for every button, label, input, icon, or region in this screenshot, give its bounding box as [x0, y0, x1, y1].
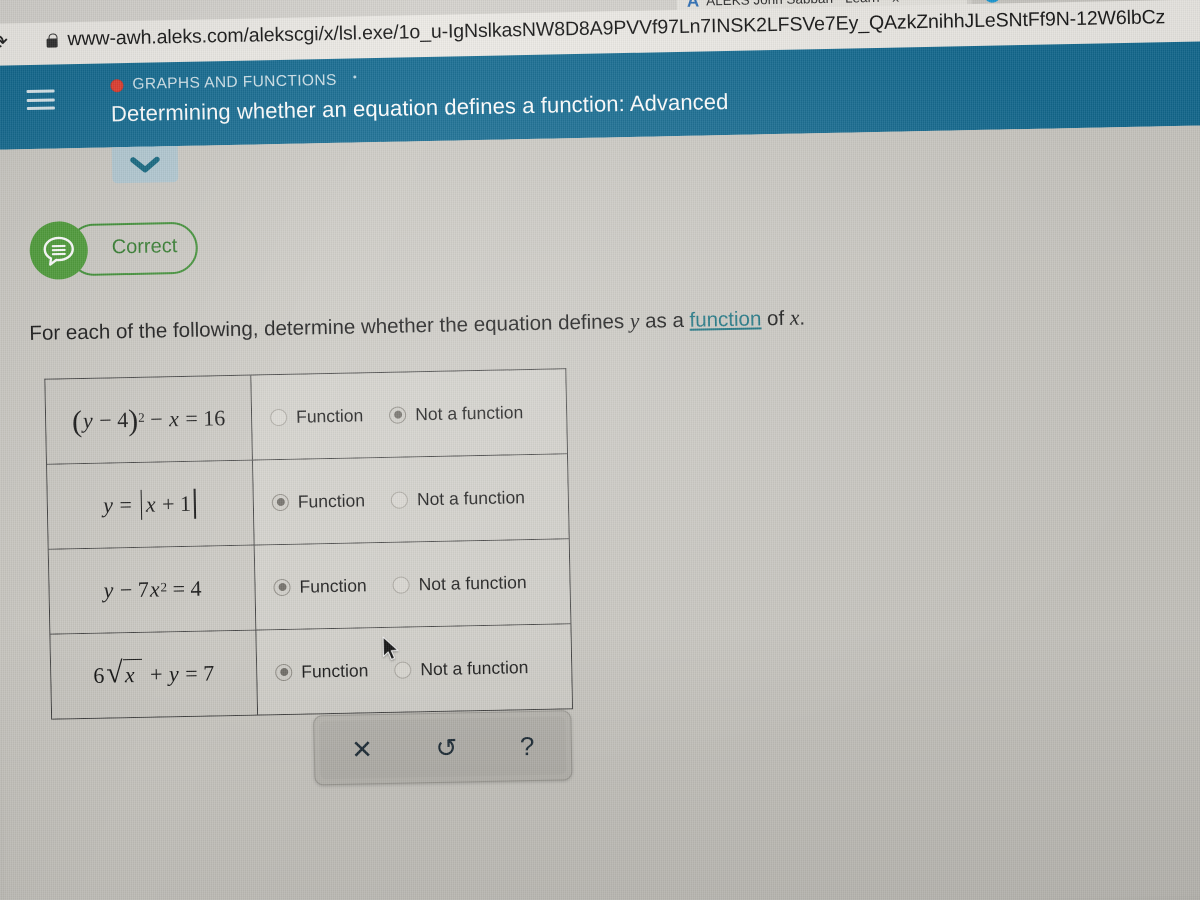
equation-2: y = x + 1: [102, 488, 199, 521]
radio-option-function[interactable]: Function: [273, 575, 367, 598]
radio-option-function[interactable]: Function: [275, 660, 369, 683]
answer-toolbar-inner: ✕ ↺ ?: [319, 716, 567, 780]
aleks-logo-icon: A: [686, 0, 699, 11]
radio-button[interactable]: [271, 493, 290, 511]
radio-button[interactable]: [389, 405, 407, 424]
prompt-text-2: as a: [639, 308, 690, 333]
option-label: Not a function: [420, 656, 529, 679]
radio-option-not-a-function[interactable]: Not a function: [392, 571, 527, 596]
option-label: Not a function: [418, 571, 527, 594]
screen-photo: A ALEKS John Sabbah - Learn × ⟳ GOVT, 10…: [0, 0, 1200, 900]
reload-icon[interactable]: ⟳: [0, 29, 8, 54]
breadcrumb-marker-icon: [353, 74, 357, 78]
equation-1: (y − 4) 2 − x = 16: [71, 403, 226, 439]
table-row: 6 √ x + y = 7 Function Not a function: [50, 624, 573, 720]
option-label: Function: [295, 404, 364, 427]
content-area: Correct For each of the following, deter…: [0, 125, 1200, 900]
questions-table: (y − 4) 2 − x = 16 Function Not a functio…: [44, 368, 574, 720]
table-row: (y − 4) 2 − x = 16 Function Not a functio…: [45, 369, 567, 465]
feedback-badge: Correct: [29, 219, 199, 281]
lock-icon: [46, 38, 58, 48]
help-button[interactable]: ?: [506, 729, 549, 764]
equation-cell: y − 7x2 = 4: [48, 545, 257, 634]
prompt-text-4: .: [799, 306, 806, 330]
options-cell: Function Not a function: [251, 369, 567, 460]
function-glossary-link[interactable]: function: [689, 307, 761, 331]
equation-cell: (y − 4) 2 − x = 16: [45, 375, 253, 464]
mouse-pointer-icon: [382, 636, 403, 668]
option-label: Not a function: [416, 486, 526, 509]
hamburger-menu-icon[interactable]: [26, 89, 55, 111]
option-label: Not a function: [415, 401, 524, 424]
equation-cell: y = x + 1: [47, 460, 255, 549]
feedback-label: Correct: [111, 235, 178, 259]
radio-button[interactable]: [273, 578, 291, 596]
options-cell: Function Not a function: [254, 539, 571, 630]
equation-3: y − 7x2 = 4: [103, 575, 202, 603]
radio-option-function[interactable]: Function: [271, 489, 366, 513]
radio-option-function[interactable]: Function: [269, 404, 364, 428]
page-title: Determining whether an equation defines …: [110, 88, 729, 127]
table-row: y = x + 1 Function Not a function: [47, 454, 569, 550]
table-row: y − 7x2 = 4 Function Not a function: [48, 539, 571, 635]
answer-toolbar: ✕ ↺ ?: [313, 710, 573, 786]
options-cell: Function Not a function: [256, 624, 573, 715]
breadcrumb-label: GRAPHS AND FUNCTIONS: [132, 71, 337, 93]
question-prompt: For each of the following, determine whe…: [29, 305, 805, 346]
option-label: Function: [299, 574, 367, 597]
chevron-down-icon: [130, 156, 160, 173]
equation-4: 6 √ x + y = 7: [93, 656, 215, 690]
breadcrumb: GRAPHS AND FUNCTIONS: [110, 71, 357, 94]
radio-option-not-a-function[interactable]: Not a function: [389, 402, 523, 426]
undo-button[interactable]: ↺: [421, 730, 471, 765]
favicon-icon: ⟳: [983, 0, 1001, 3]
status-dot-icon: [110, 78, 124, 92]
radio-button[interactable]: [390, 490, 409, 509]
clear-button[interactable]: ✕: [337, 732, 387, 767]
radio-button[interactable]: [275, 663, 293, 681]
prompt-text-1: For each of the following, determine whe…: [29, 309, 631, 346]
panel-collapse-toggle[interactable]: [111, 146, 179, 184]
equation-cell: 6 √ x + y = 7: [50, 630, 259, 719]
prompt-text-3: of: [761, 306, 791, 331]
radio-button[interactable]: [269, 408, 288, 426]
radio-button[interactable]: [392, 575, 410, 594]
radio-option-not-a-function[interactable]: Not a function: [390, 486, 526, 511]
option-label: Function: [297, 489, 366, 512]
radio-option-not-a-function[interactable]: Not a function: [394, 656, 529, 681]
option-label: Function: [301, 659, 369, 682]
options-cell: Function Not a function: [253, 454, 569, 545]
